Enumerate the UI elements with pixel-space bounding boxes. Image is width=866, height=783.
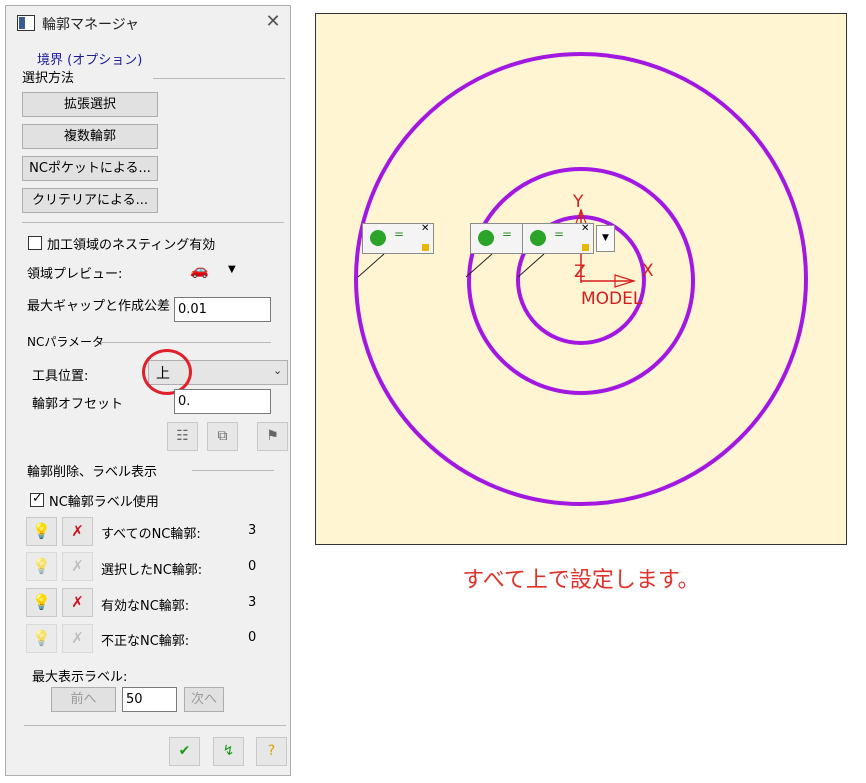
delete-labels-title: 輪郭削除、ラベル表示 [27, 465, 158, 480]
dialog-titlebar: 輪郭マネージャ ✕ [6, 6, 290, 42]
prev-button[interactable]: 前へ [51, 687, 116, 712]
selection-method-title: 選択方法 [22, 71, 75, 86]
row-label: 有効なNC輪郭: [101, 599, 190, 614]
delete-valid-icon[interactable]: ✗ [62, 588, 93, 617]
dialog-title: 輪郭マネージャ [42, 17, 140, 33]
graphics-viewport[interactable]: = ✕ = = ✕ ▼ Y X Z MODEL [315, 13, 847, 545]
delete-all-icon[interactable]: ✗ [62, 517, 93, 546]
criteria-button[interactable]: クリテリアによる... [22, 188, 158, 213]
delete-invalid-icon[interactable]: ✗ [62, 624, 93, 653]
tag-symbol: = [502, 227, 513, 241]
z-axis-label: Z [574, 262, 586, 282]
use-labels-label: NC輪郭ラベル使用 [49, 495, 159, 510]
row-count: 0 [248, 559, 257, 574]
divider [22, 222, 284, 223]
window-icon [17, 15, 35, 31]
check-badge-icon [478, 230, 494, 246]
flag-tool-icon[interactable]: ⚑ [257, 422, 288, 451]
divider [192, 470, 274, 471]
max-gap-label: 最大ギャップと作成公差 [27, 299, 171, 314]
contour-manager-dialog: 輪郭マネージャ ✕ 境界 (オプション) 選択方法 拡張選択 複数輪郭 NCポケ… [5, 5, 291, 776]
nesting-checkbox[interactable] [28, 236, 42, 250]
show-invalid-bulb-icon[interactable]: 💡 [26, 624, 57, 653]
row-label: すべてのNC輪郭: [101, 527, 201, 542]
divider [24, 725, 286, 726]
row-count: 0 [248, 630, 257, 645]
row-label: 不正なNC輪郭: [101, 634, 190, 649]
region-preview-label: 領域プレビュー: [27, 267, 123, 282]
close-icon[interactable]: ✕ [421, 223, 429, 234]
show-all-bulb-icon[interactable]: 💡 [26, 517, 57, 546]
nesting-label: 加工領域のネスティング有効 [47, 238, 216, 253]
extended-select-button[interactable]: 拡張選択 [22, 92, 158, 117]
show-valid-bulb-icon[interactable]: 💡 [26, 588, 57, 617]
row-count: 3 [248, 595, 257, 610]
next-button[interactable]: 次へ [184, 687, 224, 712]
contour-tag[interactable]: = ✕ [362, 223, 434, 254]
divider [101, 342, 271, 343]
corner-icon [422, 244, 429, 251]
check-badge-icon [530, 230, 546, 246]
help-icon[interactable]: ? [256, 737, 287, 766]
max-labels-field[interactable]: 50 [122, 687, 177, 712]
x-axis-label: X [642, 261, 654, 281]
chevron-down-icon: ⌄ [273, 364, 283, 377]
max-labels-title: 最大表示ラベル: [32, 670, 128, 685]
copy-tool-icon[interactable]: ⧉ [207, 422, 238, 451]
close-icon[interactable]: ✕ [581, 223, 589, 234]
caption-text: すべて上で設定します。 [462, 568, 700, 593]
check-badge-icon [370, 230, 386, 246]
max-gap-field[interactable]: 0.01 [174, 297, 271, 322]
row-count: 3 [248, 523, 257, 538]
tool-position-label: 工具位置: [32, 369, 89, 384]
boundary-group-title: 境界 (オプション) [37, 53, 143, 68]
contour-offset-label: 輪郭オフセット [32, 397, 124, 412]
corner-icon [582, 244, 589, 251]
use-labels-checkbox[interactable] [30, 491, 44, 507]
apply-icon[interactable]: ↯ [213, 737, 244, 766]
contour-offset-field[interactable]: 0. [174, 389, 271, 414]
contour-tag[interactable]: = ✕ [522, 223, 594, 254]
show-selected-bulb-icon[interactable]: 💡 [26, 552, 57, 581]
close-icon[interactable]: ✕ [262, 11, 284, 32]
multi-contour-button[interactable]: 複数輪郭 [22, 124, 158, 149]
tag-symbol: = [554, 227, 565, 241]
leader-line [357, 253, 385, 278]
y-axis-label: Y [573, 192, 584, 212]
preview-dropdown-icon[interactable]: ▼ [228, 264, 236, 275]
delete-selected-icon[interactable]: ✗ [62, 552, 93, 581]
ok-check-icon[interactable]: ✔ [169, 737, 200, 766]
row-label: 選択したNC輪郭: [101, 563, 203, 578]
divider [153, 78, 285, 79]
list-tool-icon[interactable]: ☷ [167, 422, 198, 451]
nc-params-title: NCパラメータ [27, 335, 104, 349]
tag-symbol: = [394, 227, 405, 241]
tag-dropdown-icon[interactable]: ▼ [596, 225, 615, 252]
preview-car-icon[interactable]: 🚗 [190, 261, 209, 279]
model-label: MODEL [581, 289, 643, 309]
nc-pocket-button[interactable]: NCポケットによる... [22, 156, 158, 181]
